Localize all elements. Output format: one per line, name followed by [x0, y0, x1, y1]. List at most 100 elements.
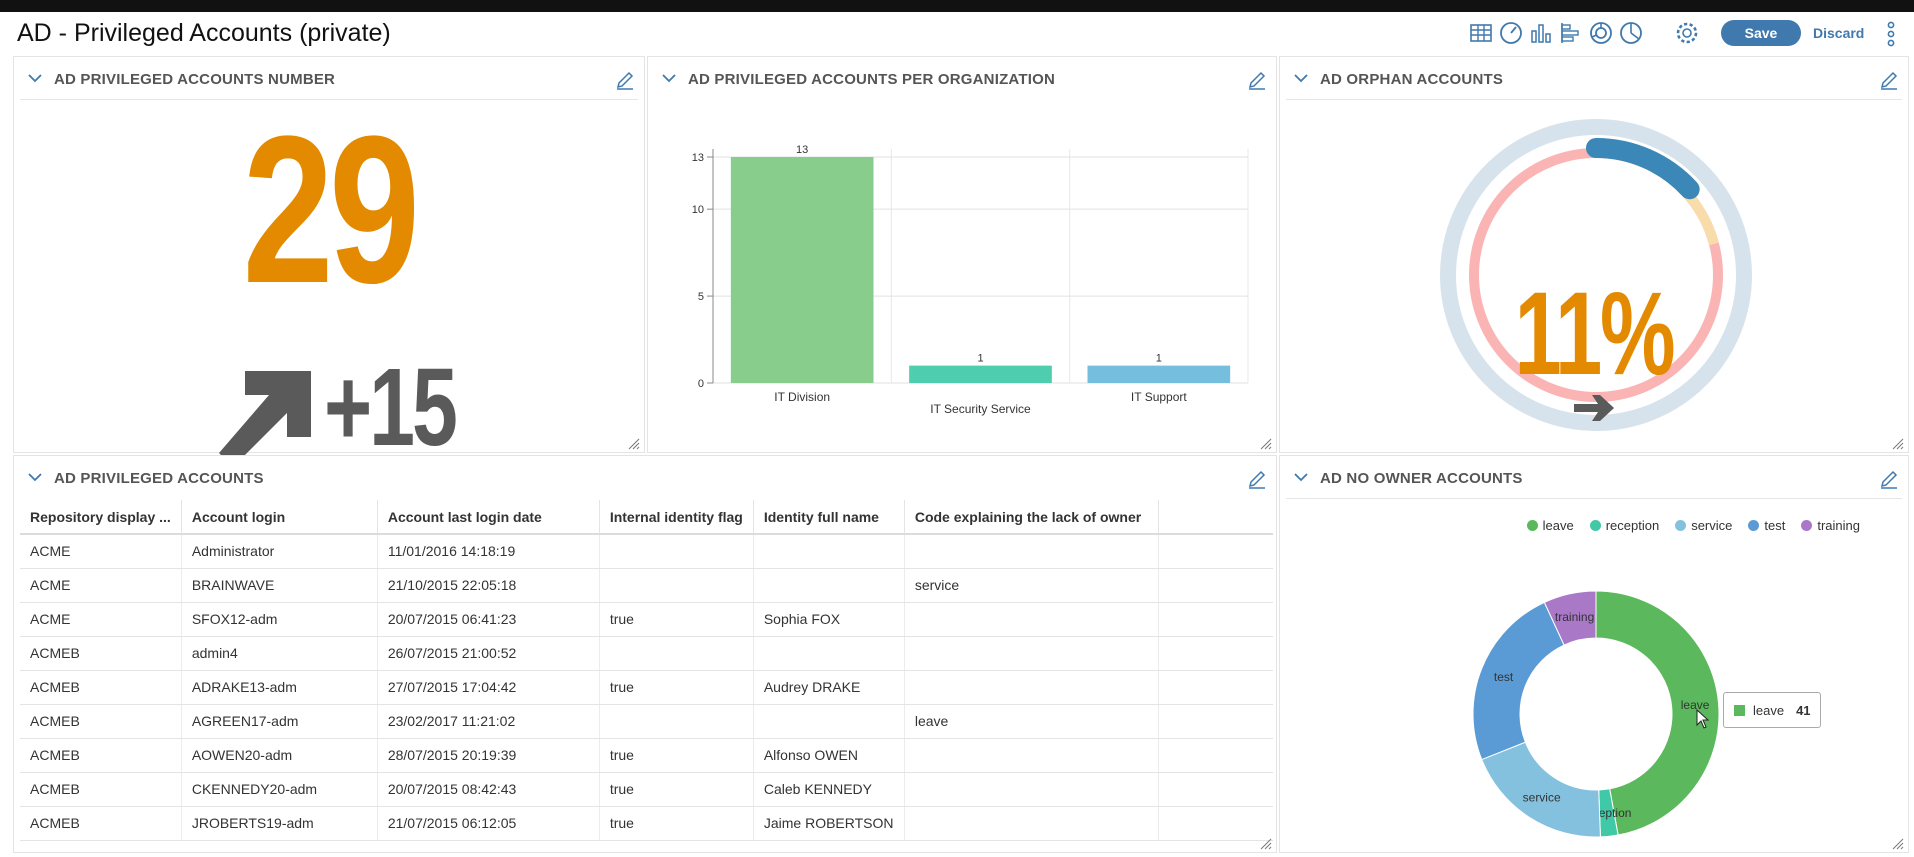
table-row[interactable]: ACMEB CKENNEDY20-adm 20/07/2015 08:42:43 tr… — [20, 772, 1273, 807]
table-cell: JROBERTS19-adm — [181, 806, 378, 841]
table-row[interactable]: ACME BRAINWAVE 21/10/2015 22:05:18 service — [20, 568, 1273, 603]
table-cell: ADRAKE13-adm — [181, 670, 378, 705]
donut-slice[interactable] — [1472, 601, 1565, 761]
bar[interactable] — [1087, 365, 1231, 383]
table-cell: Sophia FOX — [753, 602, 905, 637]
table-cell — [904, 602, 1159, 637]
column-chart-icon[interactable] — [1528, 20, 1554, 46]
no-owner-panel: AD NO OWNER ACCOUNTS leave reception servi… — [1279, 455, 1909, 853]
kpi-delta: +15 — [324, 346, 458, 469]
table-cell: ACME — [20, 568, 182, 603]
gauge-previous-arc — [1682, 189, 1719, 246]
table-cell — [904, 534, 1159, 569]
bar[interactable] — [909, 365, 1052, 383]
accounts-table-panel: AD PRIVILEGED ACCOUNTS Repository displa… — [13, 455, 1277, 853]
table-cell: 21/07/2015 06:12:05 — [377, 806, 600, 841]
table-cell: BRAINWAVE — [181, 568, 378, 603]
table-cell: ACME — [20, 534, 182, 569]
orphan-panel: AD ORPHAN ACCOUNTS 11% — [1279, 56, 1909, 453]
table-cell: leave — [904, 704, 1159, 739]
table-cell — [599, 568, 754, 603]
table-cell: Audrey DRAKE — [753, 670, 905, 705]
panel-title: AD PRIVILEGED ACCOUNTS — [54, 470, 264, 487]
table-cell: 27/07/2015 17:04:42 — [377, 670, 600, 705]
tooltip-value: 41 — [1796, 702, 1811, 718]
table-cell — [1158, 704, 1273, 739]
table-cell: 20/07/2015 08:42:43 — [377, 772, 600, 807]
table-cell — [904, 670, 1159, 705]
table-cell: ACME — [20, 602, 182, 637]
table-row[interactable]: ACMEB JROBERTS19-adm 21/07/2015 06:12:05 tr… — [20, 806, 1273, 841]
pencil-icon[interactable] — [1246, 468, 1268, 490]
table-row[interactable]: ACME Administrator 11/01/2016 14:18:19 — [20, 534, 1273, 569]
resize-handle-icon[interactable] — [1260, 437, 1272, 450]
resize-handle-icon[interactable] — [1892, 437, 1904, 450]
donut-icon[interactable] — [1588, 20, 1614, 46]
table-cell: true — [599, 772, 754, 807]
table-cell — [753, 704, 905, 739]
chevron-down-icon[interactable] — [26, 69, 44, 87]
slice-label: service — [1523, 790, 1561, 804]
column-header[interactable]: Repository display ... — [20, 500, 182, 535]
x-tick-label: IT Security Service — [930, 402, 1031, 416]
table-cell — [1158, 772, 1273, 807]
tooltip-label: leave — [1753, 702, 1785, 718]
table-cell — [599, 636, 754, 671]
column-header[interactable]: Code explaining the lack of owner — [904, 500, 1159, 535]
gear-icon[interactable] — [1674, 20, 1700, 46]
y-tick-label: 13 — [692, 152, 704, 164]
table-cell — [1158, 568, 1273, 603]
table-cell — [1158, 670, 1273, 705]
bar-chart-icon[interactable] — [1558, 20, 1584, 46]
table-cell — [1158, 602, 1273, 637]
table-cell: 26/07/2015 21:00:52 — [377, 636, 600, 671]
kpi-panel: AD PRIVILEGED ACCOUNTS NUMBER 29 +15 — [13, 56, 645, 467]
column-header[interactable]: Account login — [181, 500, 378, 535]
table-cell: AOWEN20-adm — [181, 738, 378, 773]
table-header-row: Repository display ... Account login Acc… — [20, 500, 1273, 535]
table-cell: service — [904, 568, 1159, 603]
table-row[interactable]: ACME SFOX12-adm 20/07/2015 06:41:23 true Sop… — [20, 602, 1273, 637]
table-cell: SFOX12-adm — [181, 602, 378, 637]
pencil-icon[interactable] — [614, 69, 636, 91]
table-cell — [599, 534, 754, 569]
slice-label: training — [1555, 610, 1594, 624]
table-icon[interactable] — [1468, 20, 1494, 46]
bar-chart: 0 5 10 13 13 IT Division 1 IT Security Service 1… — [692, 144, 1249, 416]
table-row[interactable]: ACMEB ADRAKE13-adm 27/07/2015 17:04:42 true… — [20, 670, 1273, 705]
table-row[interactable]: ACMEB AGREEN17-adm 23/02/2017 11:21:02 leav… — [20, 704, 1273, 739]
table-cell — [753, 636, 905, 671]
save-button[interactable]: Save — [1721, 20, 1801, 46]
bar-data-label: 1 — [977, 353, 983, 365]
org-chart-panel: AD PRIVILEGED ACCOUNTS PER ORGANIZATION … — [647, 56, 1277, 453]
resize-handle-icon[interactable] — [1892, 837, 1904, 850]
discard-button[interactable]: Discard — [1813, 25, 1864, 41]
mouse-cursor-icon — [1696, 708, 1710, 729]
table-cell: AGREEN17-adm — [181, 704, 378, 739]
column-header[interactable]: Identity full name — [753, 500, 905, 535]
column-header[interactable] — [1158, 500, 1273, 535]
column-header[interactable]: Internal identity flag — [599, 500, 754, 535]
gauge-icon[interactable] — [1498, 20, 1524, 46]
chevron-down-icon[interactable] — [660, 69, 678, 87]
chevron-down-icon[interactable] — [26, 468, 44, 486]
dashboard-header: AD - Privileged Accounts (private) Save … — [0, 12, 1914, 54]
orphan-value: 11% — [1514, 268, 1676, 400]
table-row[interactable]: ACMEB admin4 26/07/2015 21:00:52 — [20, 636, 1273, 671]
table-cell: true — [599, 738, 754, 773]
table-cell: true — [599, 670, 754, 705]
window-top-bar — [0, 0, 1914, 12]
table-cell — [1158, 636, 1273, 671]
table-cell: ACMEB — [20, 670, 182, 705]
column-header[interactable]: Account last login date — [377, 500, 600, 535]
resize-handle-icon[interactable] — [1260, 837, 1272, 850]
table-cell: admin4 — [181, 636, 378, 671]
pie-icon[interactable] — [1618, 20, 1644, 46]
tooltip-swatch — [1734, 704, 1745, 716]
more-options-icon[interactable] — [1884, 20, 1898, 48]
table-row[interactable]: ACMEB AOWEN20-adm 28/07/2015 20:19:39 true A… — [20, 738, 1273, 773]
bar[interactable] — [730, 157, 874, 383]
resize-handle-icon[interactable] — [628, 437, 640, 450]
bar-data-label: 13 — [796, 144, 808, 156]
pencil-icon[interactable] — [1246, 69, 1268, 91]
